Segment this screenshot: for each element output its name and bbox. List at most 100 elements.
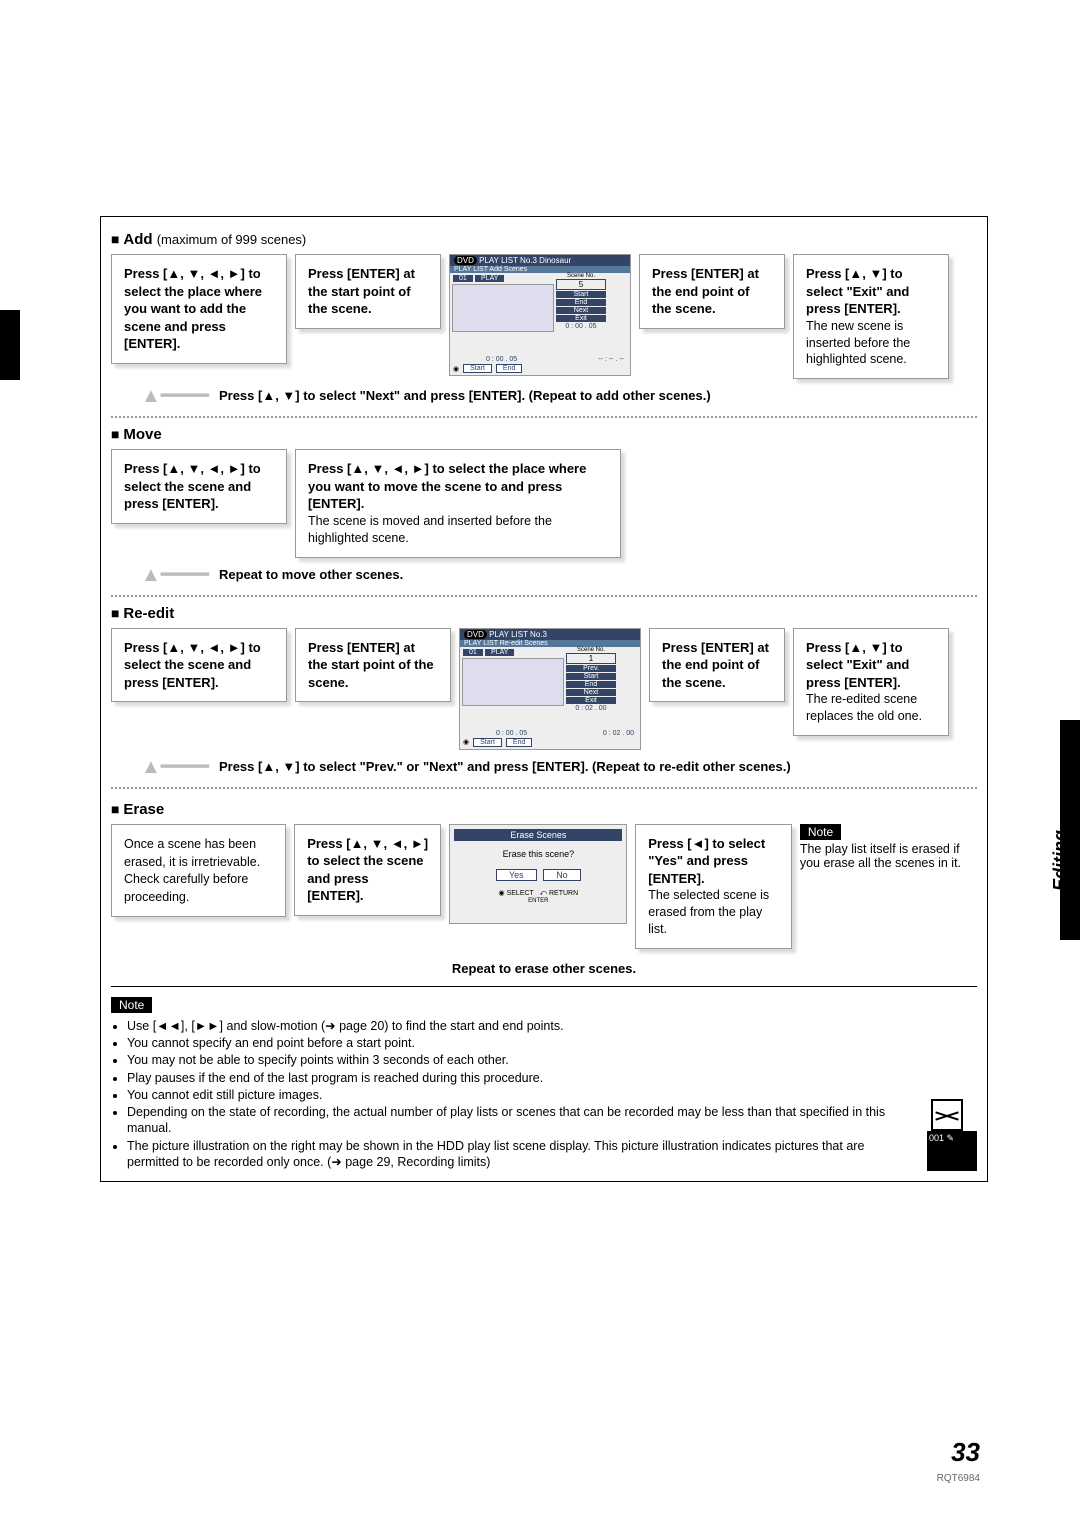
move-step1: Press [▲, ▼, ◄, ►] to select the scene a…: [124, 461, 261, 511]
note-item: The picture illustration on the right ma…: [127, 1138, 919, 1171]
add-subtitle: (maximum of 999 scenes): [157, 232, 307, 247]
reedit-sceneno: 1: [566, 653, 616, 664]
add-menu-end: End: [556, 299, 606, 306]
reedit-step4-box: Press [▲, ▼] to select "Exit" and press …: [793, 628, 949, 736]
note-item: Use [◄◄], [►►] and slow-motion (➜ page 2…: [127, 1018, 919, 1034]
move-step2a: Press [▲, ▼, ◄, ►] to select the place w…: [308, 461, 586, 511]
add-screen-title: PLAY LIST No.3 Dinosaur: [479, 256, 571, 265]
record-once-illustration: 001 ✎: [927, 1099, 977, 1171]
reedit-step2-box: Press [ENTER] at the start point of the …: [295, 628, 451, 703]
erase-loop-text: Repeat to erase other scenes.: [111, 961, 977, 976]
reedit-menu-prev: Prev.: [566, 665, 616, 672]
erase-step1-box: Press [▲, ▼, ◄, ►] to select the scene a…: [294, 824, 441, 916]
erase-step1: Press [▲, ▼, ◄, ►] to select the scene a…: [307, 836, 428, 904]
note-item: You cannot specify an end point before a…: [127, 1035, 919, 1051]
erase-step2b: The selected scene is erased from the pl…: [648, 887, 779, 938]
reedit-screen-title: PLAY LIST No.3: [489, 630, 547, 639]
note-item: You cannot edit still picture images.: [127, 1087, 919, 1103]
cross-icon: [931, 1099, 963, 1131]
reedit-step4a: Press [▲, ▼] to select "Exit" and press …: [806, 640, 909, 690]
reedit-step2: Press [ENTER] at the start point of the …: [308, 640, 434, 690]
loop-arrow-icon: ▲━━━━: [141, 383, 209, 408]
reedit-step3: Press [ENTER] at the end point of the sc…: [662, 640, 769, 690]
move-loop-text: Repeat to move other scenes.: [219, 567, 403, 582]
note-item: Depending on the state of recording, the…: [127, 1104, 919, 1137]
dvd-badge2: DVD: [464, 630, 487, 639]
note-item: You may not be able to specify points wi…: [127, 1052, 919, 1068]
reedit-menu-next: Next: [566, 689, 616, 696]
add-timeR: -- : -- . --: [598, 356, 624, 363]
reedit-heading: Re-edit: [111, 605, 977, 622]
erase-warn-box: Once a scene has been erased, it is irre…: [111, 824, 286, 918]
erase-dialog-msg: Erase this scene?: [454, 849, 622, 859]
document-code: RQT6984: [937, 1473, 980, 1484]
erase-heading: Erase: [111, 801, 977, 818]
move-step2-box: Press [▲, ▼, ◄, ►] to select the place w…: [295, 449, 621, 557]
add-menu-exit: Exit: [556, 315, 606, 322]
add-step1: Press [▲, ▼, ◄, ►] to select the place w…: [124, 266, 262, 351]
erase-dialog-title: Erase Scenes: [454, 829, 622, 841]
reedit-foot-end: End: [506, 738, 532, 747]
add-preview-image: [452, 284, 554, 332]
page-number: 33: [951, 1437, 980, 1468]
reedit-step1: Press [▲, ▼, ◄, ►] to select the scene a…: [124, 640, 261, 690]
erase-dialog: Erase Scenes Erase this scene? Yes No ◉ …: [449, 824, 627, 924]
erase-note-badge: Note: [800, 824, 841, 840]
reedit-loop-text: Press [▲, ▼] to select "Prev." or "Next"…: [219, 759, 791, 774]
add-menu-start: Start: [556, 291, 606, 298]
add-time1: 0 : 00 . 05: [556, 323, 606, 330]
erase-warn: Once a scene has been erased, it is irre…: [124, 837, 260, 905]
add-sceneno: 5: [556, 279, 606, 290]
reedit-play: PLAY: [485, 649, 514, 656]
reedit-step3-box: Press [ENTER] at the end point of the sc…: [649, 628, 785, 703]
reedit-time2: 0 : 00 . 05: [496, 730, 527, 737]
note-item: Play pauses if the end of the last progr…: [127, 1070, 919, 1086]
add-step4-box: Press [▲, ▼] to select "Exit" and press …: [793, 254, 949, 379]
erase-foot1: SELECT: [507, 890, 534, 897]
reedit-time1: 0 : 02 . 00: [566, 705, 616, 712]
reedit-screen-sub: PLAY LIST Re-edit Scenes: [460, 640, 640, 647]
move-heading: Move: [111, 426, 977, 443]
notes-badge: Note: [111, 997, 152, 1013]
dvd-badge: DVD: [454, 256, 477, 265]
reedit-menu-exit: Exit: [566, 697, 616, 704]
reedit-menu-end: End: [566, 681, 616, 688]
illus-num: 001: [929, 1133, 944, 1143]
reedit-chapter: 01: [463, 649, 483, 656]
reedit-step4b: The re-edited scene replaces the old one…: [806, 691, 936, 725]
reedit-timeR: 0 : 02 . 00: [603, 730, 634, 737]
notes-section: Note Use [◄◄], [►►] and slow-motion (➜ p…: [111, 997, 977, 1171]
add-foot-end: End: [496, 364, 522, 373]
left-edge-tab: [0, 310, 20, 380]
move-step1-box: Press [▲, ▼, ◄, ►] to select the scene a…: [111, 449, 287, 524]
erase-side-note: Note The play list itself is erased if y…: [800, 824, 977, 870]
loop-arrow-icon: ▲━━━━: [141, 754, 209, 779]
erase-step2-box: Press [◄] to select "Yes" and press [ENT…: [635, 824, 792, 949]
add-title: Add: [123, 231, 152, 248]
add-play: PLAY: [475, 275, 504, 282]
add-foot-start: Start: [463, 364, 492, 373]
add-step3-box: Press [ENTER] at the end point of the sc…: [639, 254, 785, 329]
add-step4b: The new scene is inserted before the hig…: [806, 318, 936, 369]
reedit-foot-start: Start: [473, 738, 502, 747]
add-loop-text: Press [▲, ▼] to select "Next" and press …: [219, 388, 711, 403]
add-step2: Press [ENTER] at the start point of the …: [308, 266, 415, 316]
reedit-menu-start: Start: [566, 673, 616, 680]
add-chapter: 01: [453, 275, 473, 282]
add-onscreen: DVD PLAY LIST No.3 Dinosaur PLAY LIST Ad…: [449, 254, 631, 376]
reedit-preview-image: [462, 658, 564, 706]
erase-foot2: RETURN: [549, 890, 578, 897]
loop-arrow-icon: ▲━━━━: [141, 562, 209, 587]
add-menu-next: Next: [556, 307, 606, 314]
add-time2: 0 : 00 . 05: [486, 356, 517, 363]
add-step3: Press [ENTER] at the end point of the sc…: [652, 266, 759, 316]
main-content-frame: Add (maximum of 999 scenes) Press [▲, ▼,…: [100, 216, 988, 1182]
section-side-label: Editing: [1050, 830, 1071, 891]
add-step1-box: Press [▲, ▼, ◄, ►] to select the place w…: [111, 254, 287, 364]
erase-note-text: The play list itself is erased if you er…: [800, 842, 977, 870]
erase-yes: Yes: [496, 869, 537, 881]
add-step2-box: Press [ENTER] at the start point of the …: [295, 254, 441, 329]
reedit-onscreen: DVD PLAY LIST No.3 PLAY LIST Re-edit Sce…: [459, 628, 641, 750]
add-step4a: Press [▲, ▼] to select "Exit" and press …: [806, 266, 909, 316]
erase-foot0: ENTER: [454, 898, 622, 904]
